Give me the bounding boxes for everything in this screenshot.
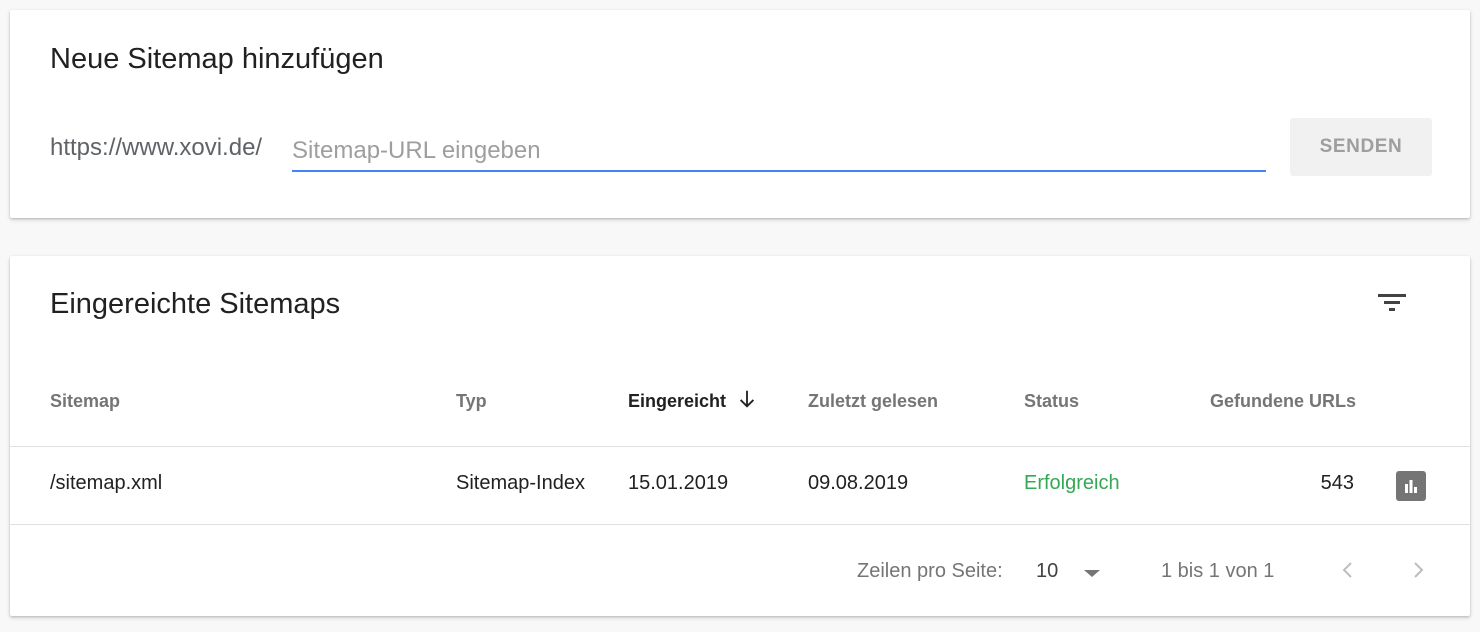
cell-last-read: 09.08.2019 <box>808 472 909 494</box>
submit-button[interactable]: SENDEN <box>1290 118 1432 176</box>
caret-down-icon <box>1084 570 1100 577</box>
add-sitemap-card: Neue Sitemap hinzufügen https://www.xovi… <box>10 10 1470 218</box>
filter-button[interactable] <box>1372 282 1412 322</box>
pagination-range: 1 bis 1 von 1 <box>1161 560 1275 582</box>
column-header-last-read[interactable]: Zuletzt gelesen <box>808 391 938 412</box>
submitted-sitemaps-title: Eingereichte Sitemaps <box>50 288 341 320</box>
cell-sitemap: /sitemap.xml <box>50 472 163 494</box>
column-header-submitted[interactable]: Eingereicht <box>628 391 726 412</box>
sitemap-url-input[interactable] <box>292 132 1266 172</box>
rows-per-page-value: 10 <box>1036 560 1059 582</box>
header-divider <box>10 446 1470 447</box>
add-sitemap-title: Neue Sitemap hinzufügen <box>50 43 384 75</box>
status-badge: Erfolgreich <box>1024 472 1120 494</box>
url-prefix: https://www.xovi.de/ <box>50 134 263 161</box>
bar-chart-icon <box>1405 480 1417 493</box>
cell-found-urls: 543 <box>1320 472 1354 494</box>
cell-submitted: 15.01.2019 <box>628 472 729 494</box>
column-header-found-urls[interactable]: Gefundene URLs <box>1210 391 1356 412</box>
previous-page-button[interactable] <box>1330 552 1366 588</box>
next-page-button[interactable] <box>1400 552 1436 588</box>
chevron-left-icon <box>1342 562 1352 578</box>
rows-per-page-select[interactable]: 10 <box>1036 556 1106 588</box>
column-header-sitemap[interactable]: Sitemap <box>50 391 120 412</box>
cell-type: Sitemap-Index <box>456 472 585 494</box>
view-details-button[interactable] <box>1396 471 1426 501</box>
chevron-right-icon <box>1414 562 1424 578</box>
row-divider <box>10 524 1470 525</box>
submitted-sitemaps-card: Eingereichte Sitemaps Sitemap Typ Einger… <box>10 256 1470 616</box>
column-header-type[interactable]: Typ <box>456 391 487 412</box>
filter-list-icon <box>1378 294 1406 311</box>
rows-per-page-label: Zeilen pro Seite: <box>857 560 1003 582</box>
column-header-status[interactable]: Status <box>1024 391 1079 412</box>
arrow-downward-icon[interactable] <box>736 388 758 410</box>
